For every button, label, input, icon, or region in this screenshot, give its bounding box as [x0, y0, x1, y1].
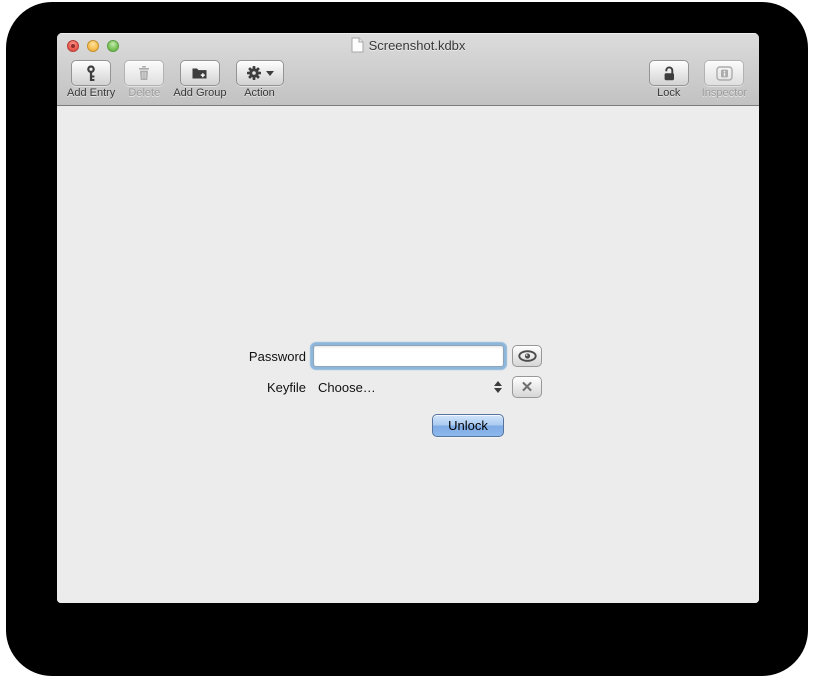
- window-chrome: Screenshot.kdbx: [57, 33, 759, 106]
- unlock-form: Password Keyfile: [57, 345, 759, 436]
- keyfile-popup[interactable]: Choose…: [313, 376, 504, 398]
- delete-button[interactable]: [124, 60, 164, 86]
- action-label: Action: [244, 87, 275, 99]
- inspector-item: Inspector: [702, 60, 747, 99]
- lock-label: Lock: [657, 87, 680, 99]
- popup-stepper-icon: [494, 381, 502, 393]
- password-row: Password: [57, 345, 759, 367]
- unlock-zone: Unlock: [313, 414, 504, 437]
- unlock-button[interactable]: Unlock: [432, 414, 504, 437]
- screenshot-stage: Screenshot.kdbx: [0, 0, 816, 685]
- add-group-item: Add Group: [173, 60, 226, 99]
- add-group-label: Add Group: [173, 87, 226, 99]
- clear-keyfile-button[interactable]: ✕: [512, 376, 542, 398]
- folder-plus-icon: [191, 65, 208, 81]
- window-title: Screenshot.kdbx: [369, 38, 466, 53]
- keyfile-label: Keyfile: [57, 380, 306, 395]
- inspector-label: Inspector: [702, 87, 747, 99]
- add-group-button[interactable]: [180, 60, 220, 86]
- window-title-area: Screenshot.kdbx: [57, 33, 759, 57]
- gear-icon: [246, 65, 262, 81]
- chevron-down-icon: [266, 71, 274, 76]
- titlebar[interactable]: Screenshot.kdbx: [57, 33, 759, 57]
- open-lock-icon: [661, 65, 677, 81]
- app-window: Screenshot.kdbx: [57, 33, 759, 603]
- toolbar: Add Entry: [57, 57, 759, 105]
- info-icon: [716, 66, 733, 81]
- unlock-row: Unlock: [57, 414, 759, 436]
- lock-item: Lock: [649, 60, 689, 99]
- reveal-password-button[interactable]: [512, 345, 542, 367]
- action-button[interactable]: [236, 60, 284, 86]
- delete-label: Delete: [128, 87, 160, 99]
- add-entry-button[interactable]: [71, 60, 111, 86]
- document-icon: [351, 37, 364, 53]
- keyfile-popup-value: Choose…: [318, 380, 494, 395]
- toolbar-right-group: Lock: [649, 60, 747, 99]
- inspector-button[interactable]: [704, 60, 744, 86]
- trash-icon: [136, 65, 152, 81]
- delete-item: Delete: [124, 60, 164, 99]
- eye-icon: [518, 350, 537, 362]
- toolbar-left-group: Add Entry: [67, 60, 284, 99]
- key-icon: [83, 65, 99, 82]
- action-item: Action: [236, 60, 284, 99]
- unlock-view: Password Keyfile: [57, 107, 759, 603]
- add-entry-label: Add Entry: [67, 87, 115, 99]
- lock-button[interactable]: [649, 60, 689, 86]
- password-label: Password: [57, 349, 306, 364]
- x-icon: ✕: [521, 380, 534, 395]
- keyfile-row: Keyfile Choose… ✕: [57, 376, 759, 398]
- password-input[interactable]: [313, 345, 504, 367]
- add-entry-item: Add Entry: [67, 60, 115, 99]
